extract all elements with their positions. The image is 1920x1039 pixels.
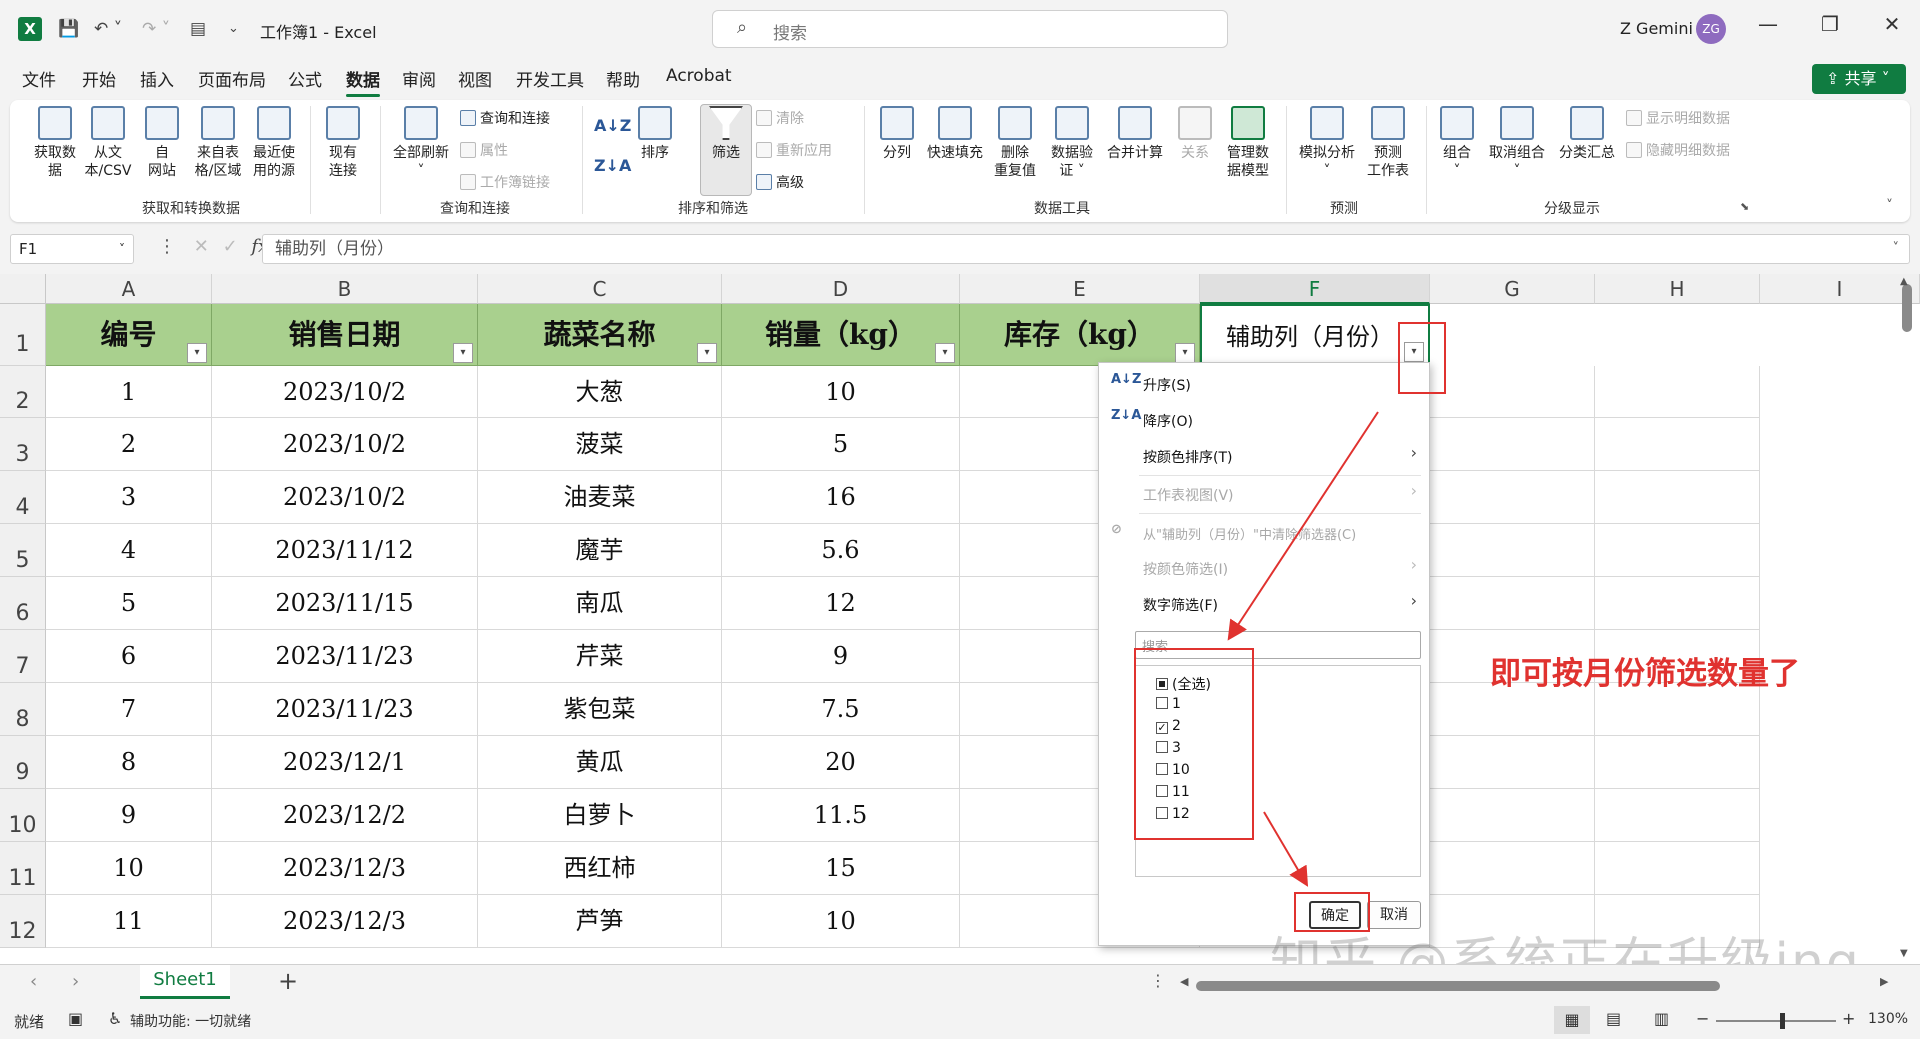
arrow-to-ok [1263,811,1309,887]
add-sheet-button[interactable]: + [278,967,298,995]
accessibility-icon[interactable]: ♿ [108,1009,122,1028]
scroll-right-icon[interactable]: ▶ [1880,975,1888,988]
sheet-tab-bar: ‹ › Sheet1 + ⋮ ◀ ▶ [0,964,1920,1000]
sheet-tab-sheet1[interactable]: Sheet1 [140,965,230,999]
page-break-view-icon[interactable]: ▥ [1654,1009,1669,1028]
zoom-in-icon[interactable]: + [1842,1009,1855,1028]
next-sheet-icon[interactable]: › [72,971,79,992]
zoom-slider-thumb[interactable] [1780,1013,1785,1029]
prev-sheet-icon[interactable]: ‹ [30,971,37,992]
annotation-note: 即可按月份筛选数量了 [1490,656,1800,692]
annotation-arrows [1227,411,1379,887]
page-layout-view-icon[interactable]: ▤ [1606,1009,1621,1028]
status-bar: 就绪 ▣ ♿ 辅助功能: 一切就绪 ▦ ▤ ▥ − + 130% [0,1002,1920,1039]
zoom-level[interactable]: 130% [1868,1011,1908,1027]
more-options-icon[interactable]: ⋮ [1150,971,1166,990]
accessibility-status[interactable]: 辅助功能: 一切就绪 [130,1011,251,1031]
arrow-to-list [1227,411,1379,641]
horizontal-scrollbar[interactable] [1196,981,1720,991]
macro-record-icon[interactable]: ▣ [68,1009,83,1028]
scroll-left-icon[interactable]: ◀ [1180,975,1188,988]
zoom-slider[interactable] [1716,1013,1836,1029]
zoom-out-icon[interactable]: − [1696,1009,1709,1028]
normal-view-icon[interactable]: ▦ [1554,1006,1590,1034]
ready-status: 就绪 [14,1013,45,1031]
